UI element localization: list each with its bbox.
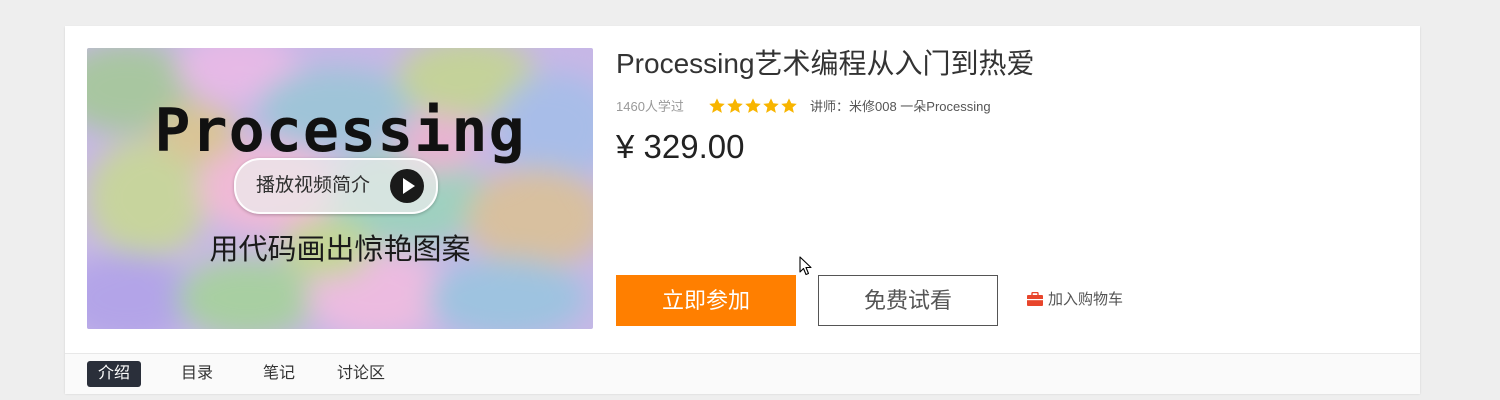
course-tabs: 介绍 目录 笔记 讨论区 bbox=[65, 353, 1420, 394]
shopping-bag-icon bbox=[1027, 292, 1043, 306]
cover-title-text: Processing bbox=[154, 96, 526, 166]
star-icon bbox=[709, 98, 725, 113]
add-to-cart-label: 加入购物车 bbox=[1048, 291, 1124, 308]
cover-subtitle-text: 用代码画出惊艳图案 bbox=[209, 234, 471, 266]
star-icon bbox=[781, 98, 797, 113]
tab-notes[interactable]: 笔记 bbox=[263, 361, 295, 387]
star-icon bbox=[745, 98, 761, 113]
join-now-button[interactable]: 立即参加 bbox=[616, 275, 796, 326]
free-trial-button[interactable]: 免费试看 bbox=[818, 275, 998, 326]
tab-discussion[interactable]: 讨论区 bbox=[337, 361, 385, 387]
star-icon bbox=[763, 98, 779, 113]
tab-catalog[interactable]: 目录 bbox=[181, 361, 213, 387]
add-to-cart-link[interactable]: 加入购物车 bbox=[1027, 290, 1123, 310]
rating-stars bbox=[708, 97, 798, 115]
play-intro-video-button[interactable]: 播放视频简介 bbox=[234, 158, 438, 214]
tab-intro[interactable]: 介绍 bbox=[87, 361, 142, 387]
course-price: ¥ 329.00 bbox=[616, 128, 745, 165]
mouse-cursor-icon bbox=[799, 256, 812, 276]
star-icon bbox=[727, 98, 743, 113]
course-title: Processing艺术编程从入门到热爱 bbox=[616, 48, 1035, 79]
teacher-info[interactable]: 讲师：米修008 一朵Processing bbox=[810, 99, 991, 115]
course-card: Processing 播放视频简介 用代码画出惊艳图案 Processing艺术… bbox=[65, 26, 1420, 394]
course-cover[interactable]: Processing 播放视频简介 用代码画出惊艳图案 bbox=[87, 48, 593, 329]
play-intro-label: 播放视频简介 bbox=[256, 175, 371, 196]
play-icon bbox=[390, 169, 424, 203]
learner-count: 1460人学过 bbox=[616, 99, 684, 114]
